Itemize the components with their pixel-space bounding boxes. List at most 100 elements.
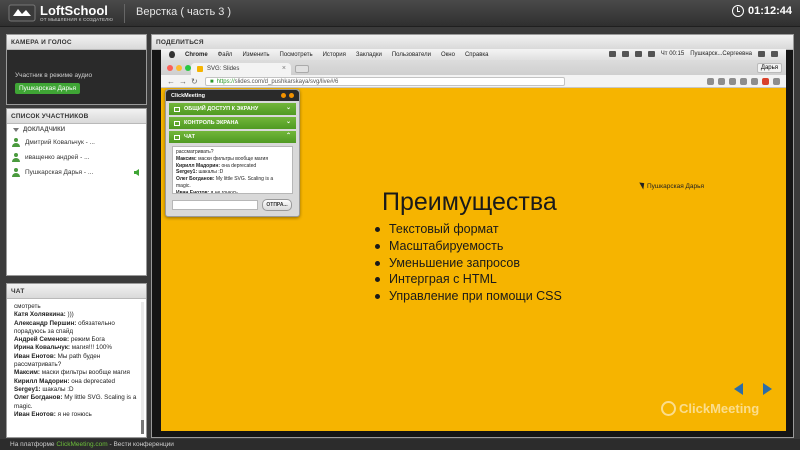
chat-message: Андрей Семенов: режим Бога	[14, 336, 138, 344]
status-suffix: - Вести конференции	[109, 441, 174, 448]
widget-chat-input[interactable]	[172, 200, 258, 210]
slide-bullet: Интерграя с HTML	[373, 271, 562, 288]
chat-message: Sergey1: шакалы :D	[14, 386, 138, 394]
clickmeeting-link[interactable]: ClickMeeting.com	[56, 441, 107, 448]
browser-tab-bar: SVG: Slides × Дарья	[161, 60, 786, 75]
menu-item-window[interactable]: Окно	[441, 52, 455, 58]
next-slide-button[interactable]	[763, 383, 772, 395]
menu-item-help[interactable]: Справка	[465, 52, 489, 58]
slide-bullet: Управление при помощи CSS	[373, 288, 562, 305]
chat-author: Иван Енотов:	[176, 189, 210, 194]
screen-share-row[interactable]: ОБЩИЙ ДОСТУП К ЭКРАНУ ⌄	[169, 103, 296, 115]
participant-name: Пушкарская Дарья - ...	[25, 169, 94, 176]
list-icon[interactable]	[771, 51, 778, 57]
chat-message: Олег Богданов: My little SVG. Scaling is…	[176, 176, 289, 190]
extension-icon[interactable]	[729, 78, 736, 85]
close-window-button[interactable]	[167, 65, 173, 71]
extension-icon[interactable]	[740, 78, 747, 85]
watermark-text: ClickMeeting	[679, 401, 760, 416]
chat-text: режим Бога	[70, 336, 105, 344]
clickmeeting-widget: ClickMeeting ОБЩИЙ ДОСТУП К ЭКРАНУ ⌄ КОН…	[165, 89, 300, 217]
chat-author: Кирилл Мадорин:	[176, 162, 221, 169]
minimize-widget-button[interactable]	[281, 93, 286, 98]
widget-logo: ClickMeeting	[171, 93, 205, 99]
mac-status-area: Чт 00:15 Пушкарск...Сергеевна	[608, 51, 778, 57]
chat-text: она deprecated	[221, 162, 257, 169]
presenters-group-label: ДОКЛАДЧИКИ	[23, 126, 66, 133]
menu-item-edit[interactable]: Изменить	[242, 52, 269, 58]
chat-text: я не гонюсь	[210, 189, 238, 194]
forward-arrow-icon[interactable]: →	[179, 77, 187, 86]
chat-author: Ирина Ковальчук:	[14, 344, 71, 352]
menu-item-history[interactable]: История	[323, 52, 346, 58]
close-widget-button[interactable]	[289, 93, 294, 98]
menu-item-people[interactable]: Пользователи	[392, 52, 431, 58]
extension-icon[interactable]	[718, 78, 725, 85]
camera-panel-title: КАМЕРА И ГОЛОС	[7, 35, 146, 50]
address-bar[interactable]: ■ https://slides.com/d_pushkarskaya/svg/…	[205, 77, 565, 86]
chat-scroll-thumb[interactable]	[141, 420, 144, 434]
opera-icon[interactable]	[762, 78, 769, 85]
menu-item-file[interactable]: Файл	[218, 52, 233, 58]
participant-row[interactable]: иващенко андрей - ...	[7, 150, 146, 165]
chat-messages[interactable]: смотреть Катя Холявкина: ))) Александр Пер…	[7, 299, 146, 437]
chat-scrollbar[interactable]	[141, 302, 144, 434]
reload-icon[interactable]: ↻	[191, 77, 198, 86]
prev-slide-button[interactable]	[734, 383, 743, 395]
presenters-group[interactable]: ДОКЛАДЧИКИ	[7, 124, 146, 135]
chat-text: я не гонюсь	[57, 410, 92, 418]
wifi-icon[interactable]	[634, 51, 642, 57]
status-bar: На платформе ClickMeeting.com - Вести ко…	[0, 439, 800, 450]
chat-message-list: смотреть Катя Холявкина: ))) Александр Пер…	[14, 303, 138, 419]
chat-message: Иван Енотов: я не гонюсь	[14, 411, 138, 419]
chat-message: смотреть	[14, 303, 138, 311]
slide-bullets: Текстовый формат Масштабируемость Уменьш…	[373, 221, 562, 305]
participant-row[interactable]: Пушкарская Дарья - ...	[7, 165, 146, 180]
extension-icon[interactable]	[751, 78, 758, 85]
status-icon[interactable]	[608, 51, 616, 57]
profile-button[interactable]: Дарья	[756, 63, 782, 73]
chat-message: Иван Енотов: Мы path буден рассматривать…	[14, 353, 138, 370]
browser-tab[interactable]: SVG: Slides ×	[191, 63, 291, 75]
screen-control-row[interactable]: КОНТРОЛЬ ЭКРАНА ⌄	[169, 117, 296, 129]
new-tab-button[interactable]	[295, 65, 309, 73]
participant-row[interactable]: Дмитрий Ковальчук - ...	[7, 135, 146, 150]
widget-send-button[interactable]: ОТПРА...	[262, 199, 292, 211]
menu-item-chrome[interactable]: Chrome	[185, 52, 208, 58]
timer-value: 01:12:44	[747, 5, 792, 17]
extension-icon[interactable]	[707, 78, 714, 85]
search-icon[interactable]	[758, 51, 765, 57]
row-label: ОБЩИЙ ДОСТУП К ЭКРАНУ	[184, 106, 259, 112]
status-icon[interactable]	[621, 51, 629, 57]
chat-message: Максим: маски фильтры вообще магия	[14, 369, 138, 377]
widget-header: ClickMeeting	[166, 90, 299, 101]
chevron-down-icon: ⌄	[285, 105, 291, 111]
chat-bubble-icon	[174, 134, 180, 140]
chat-message: Кирилл Мадорин: она deprecated	[14, 378, 138, 386]
minimize-window-button[interactable]	[176, 65, 182, 71]
loftschool-logo-icon	[8, 4, 36, 22]
mac-user[interactable]: Пушкарск...Сергеевна	[690, 51, 752, 57]
apple-icon[interactable]	[169, 51, 175, 58]
menu-item-bookmarks[interactable]: Закладки	[356, 52, 382, 58]
back-arrow-icon[interactable]: ←	[167, 77, 175, 86]
chat-row[interactable]: ЧАТ ⌃	[169, 131, 296, 143]
browser-toolbar: ← → ↻ ■ https://slides.com/d_pushkarskay…	[161, 75, 786, 88]
participant-name: иващенко андрей - ...	[25, 154, 90, 161]
widget-chat-log[interactable]: рассматривать? Максим: маски фильтры вооб…	[172, 146, 293, 194]
chat-author: Максим:	[176, 155, 197, 162]
chat-text: )))	[67, 311, 74, 319]
menu-item-view[interactable]: Посмотреть	[280, 52, 313, 58]
row-label: ЧАТ	[184, 134, 195, 140]
menu-icon[interactable]	[773, 78, 780, 85]
mac-clock[interactable]: Чт 00:15	[661, 51, 684, 57]
chat-panel: ЧАТ смотреть Катя Холявкина: ))) Александр…	[6, 283, 147, 438]
speaker-tag: Пушкарская Дарья	[15, 83, 81, 94]
app-window: LoftSchool ОТ МЫШЛЕНИЯ К СОЗДАТЕЛЮ Верст…	[0, 0, 800, 450]
close-icon[interactable]: ×	[282, 65, 286, 72]
chat-panel-title: ЧАТ	[7, 284, 146, 299]
battery-icon[interactable]	[647, 51, 655, 57]
slide: Преимущества Текстовый формат Масштабиру…	[161, 88, 786, 450]
tab-title: SVG: Slides	[207, 66, 240, 72]
extension-icons	[707, 78, 780, 85]
